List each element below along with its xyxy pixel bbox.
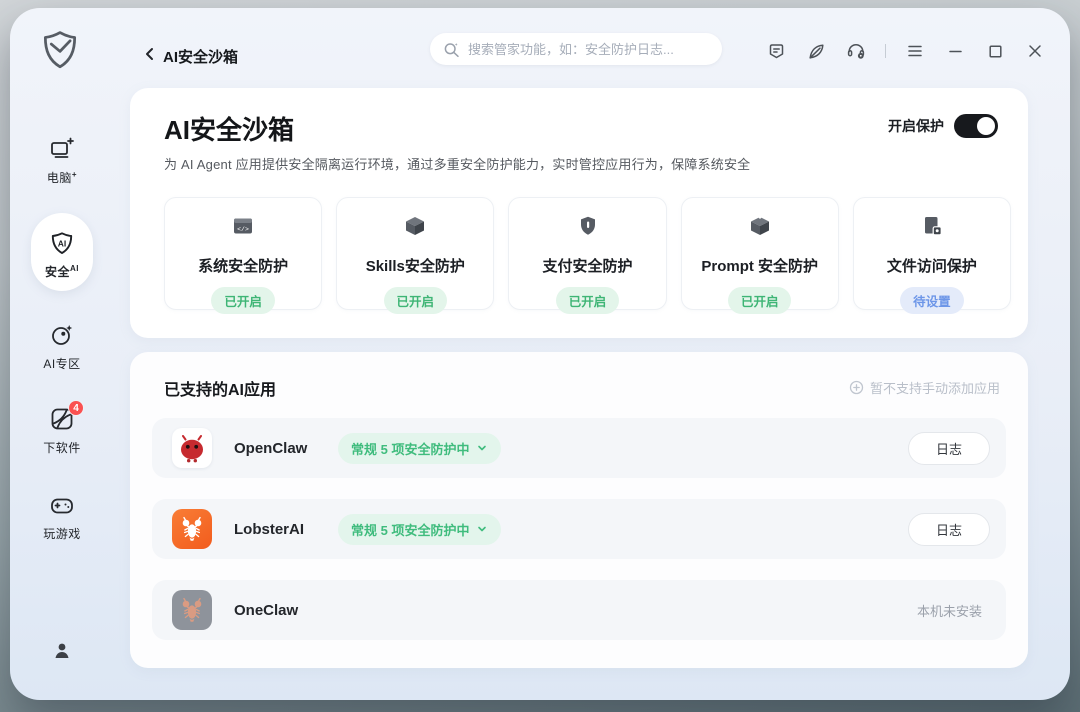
feature-title: Prompt 安全防护	[701, 255, 818, 276]
sandbox-overview-card: AI安全沙箱 为 AI Agent 应用提供安全隔离运行环境，通过多重安全防护能…	[130, 88, 1028, 338]
protection-toggle-label: 开启保护	[888, 116, 944, 136]
log-button[interactable]: 日志	[908, 513, 990, 546]
app-window: AI安全沙箱	[10, 8, 1070, 700]
page-title: AI安全沙箱	[163, 46, 238, 67]
app-row-openclaw: OpenClaw 常规 5 项安全防护中 日志	[152, 418, 1006, 478]
prompt-cube-icon	[748, 214, 772, 243]
sidebar-item-label: AI专区	[43, 355, 80, 372]
maximize-icon[interactable]	[982, 38, 1008, 64]
feature-payment-protection[interactable]: 支付安全防护 已开启	[508, 197, 666, 310]
sidebar: 电脑+ AI 安全AI	[10, 98, 114, 698]
app-logo-shield-icon	[38, 28, 82, 77]
computer-plus-icon	[49, 136, 75, 162]
protection-toggle-row: 开启保护	[888, 114, 998, 138]
protection-toggle[interactable]	[954, 114, 998, 138]
svg-text:</>: </>	[237, 226, 249, 233]
app-name: OneClaw	[234, 602, 320, 619]
protection-dropdown[interactable]: 常规 5 项安全防护中	[338, 433, 501, 464]
feature-status-badge: 已开启	[728, 287, 792, 314]
lobster-mascot-icon	[172, 509, 212, 549]
feature-prompt-protection[interactable]: Prompt 安全防护 已开启	[681, 197, 839, 310]
minimize-icon[interactable]	[942, 38, 968, 64]
add-circle-icon	[849, 380, 864, 395]
oneclaw-mascot-icon	[172, 590, 212, 630]
sidebar-item-software[interactable]: 4 下软件	[10, 406, 114, 456]
app-row-lobsterai: LobsterAI 常规 5 项安全防护中 日志	[152, 499, 1006, 559]
desktop-background: AI安全沙箱	[0, 0, 1080, 712]
chevron-down-icon	[476, 442, 488, 454]
sidebar-item-label: 电脑+	[47, 169, 77, 186]
close-icon[interactable]	[1022, 38, 1048, 64]
app-name: OpenClaw	[234, 440, 320, 457]
feature-title: 文件访问保护	[887, 255, 977, 276]
software-box-icon: 4	[49, 406, 75, 432]
feature-title: Skills安全防护	[366, 255, 465, 276]
feather-theme-icon[interactable]	[803, 38, 829, 64]
app-row-oneclaw: OneClaw 本机未安装	[152, 580, 1006, 640]
log-button[interactable]: 日志	[908, 432, 990, 465]
search-bar[interactable]	[430, 33, 722, 65]
payment-shield-icon	[576, 214, 600, 243]
feature-skills-protection[interactable]: Skills安全防护 已开启	[336, 197, 494, 310]
feedback-icon[interactable]	[763, 38, 789, 64]
feature-status-badge: 待设置	[900, 287, 964, 314]
sandbox-title: AI安全沙箱	[164, 110, 294, 147]
skills-cube-icon	[403, 214, 427, 243]
supported-apps-card: 已支持的AI应用 暂不支持手动添加应用	[130, 352, 1028, 668]
protection-dropdown-label: 常规 5 项安全防护中	[351, 520, 469, 539]
feature-file-access-protection[interactable]: 文件访问保护 待设置	[853, 197, 1011, 310]
shield-ai-icon: AI	[49, 230, 75, 256]
sidebar-item-label: 下软件	[43, 439, 81, 456]
feature-status-badge: 已开启	[556, 287, 620, 314]
protection-dropdown[interactable]: 常规 5 项安全防护中	[338, 514, 501, 545]
sidebar-item-label: 安全AI	[45, 263, 79, 280]
sidebar-item-ai-zone[interactable]: AI专区	[10, 322, 114, 372]
app-name: LobsterAI	[234, 521, 320, 538]
chevron-down-icon	[476, 523, 488, 535]
sidebar-item-security-ai[interactable]: AI 安全AI	[10, 230, 114, 280]
search-input[interactable]	[468, 42, 709, 57]
account-person-icon[interactable]	[51, 640, 73, 662]
ai-zone-compass-icon	[49, 322, 75, 348]
support-headset-icon[interactable]	[843, 38, 869, 64]
sidebar-item-games[interactable]: 玩游戏	[10, 492, 114, 542]
system-window-icon: </>	[231, 214, 255, 243]
sidebar-item-label: 玩游戏	[43, 525, 81, 542]
add-app-hint: 暂不支持手动添加应用	[849, 378, 1000, 397]
feature-card-list: </> 系统安全防护 已开启 Skills安全防护	[164, 197, 1011, 310]
back-button[interactable]	[138, 42, 162, 66]
feature-title: 系统安全防护	[198, 255, 288, 276]
protection-dropdown-label: 常规 5 项安全防护中	[351, 439, 469, 458]
menu-icon[interactable]	[902, 38, 928, 64]
sidebar-item-computer[interactable]: 电脑+	[10, 136, 114, 186]
feature-status-badge: 已开启	[211, 287, 275, 314]
titlebar-divider	[885, 44, 886, 58]
gamepad-icon	[49, 492, 75, 518]
feature-title: 支付安全防护	[543, 255, 633, 276]
add-app-hint-text: 暂不支持手动添加应用	[870, 378, 1000, 397]
feature-system-protection[interactable]: </> 系统安全防护 已开启	[164, 197, 322, 310]
svg-text:AI: AI	[58, 238, 67, 248]
download-count-badge: 4	[68, 400, 84, 416]
openclaw-mascot-icon	[172, 428, 212, 468]
toggle-knob	[977, 117, 995, 135]
search-icon	[443, 41, 460, 58]
not-installed-status: 本机未安装	[917, 601, 990, 620]
titlebar-controls	[763, 38, 1048, 64]
file-lock-icon	[920, 214, 944, 243]
sandbox-description: 为 AI Agent 应用提供安全隔离运行环境，通过多重安全防护能力，实时管控应…	[164, 154, 750, 173]
feature-status-badge: 已开启	[384, 287, 448, 314]
supported-apps-title: 已支持的AI应用	[164, 376, 276, 400]
